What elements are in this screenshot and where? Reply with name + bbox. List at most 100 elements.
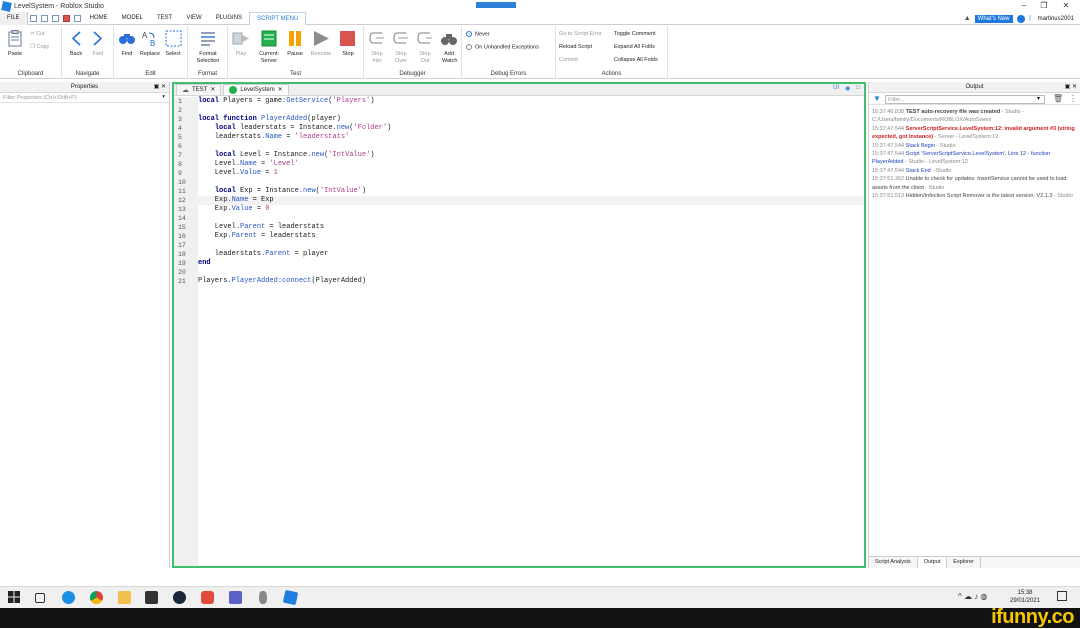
code-line[interactable]: 4 local leaderstats = Instance.new('Fold… [178,124,864,133]
tab-home[interactable]: HOME [83,12,115,25]
tab-explorer[interactable]: Explorer [947,557,981,568]
username-label[interactable]: martinus2001 [1038,16,1074,22]
close-output-icon[interactable]: ✕ [1072,84,1077,90]
output-line[interactable]: 15:37:51.513 Hidden/Infection Script Rem… [869,192,1080,200]
undo-icon[interactable] [73,14,81,22]
code-line[interactable]: 14 [178,214,864,223]
tab-plugins[interactable]: PLUGINS [209,12,249,25]
edge-browser-icon[interactable] [62,591,75,604]
close-properties-icon[interactable]: ✕ [161,84,166,90]
filter-dropdown-icon[interactable]: ▾ [1037,95,1040,102]
code-line[interactable]: 3 local function PlayerAdded(player) [178,115,864,124]
file-explorer-icon[interactable] [118,591,131,604]
tab-model[interactable]: MODEL [115,12,150,25]
back-button[interactable]: Back [66,30,86,58]
close-window-button[interactable]: ✕ [1052,0,1080,12]
close-tab-icon[interactable]: ✕ [210,85,215,96]
split-view-icon[interactable]: □ [856,85,860,92]
step-over-button[interactable]: Step Over [390,30,412,65]
find-button[interactable]: Find [116,30,138,58]
code-line[interactable]: 13 Exp.Value = 0 [178,205,864,214]
roblox-player-icon[interactable] [201,591,214,604]
stop-square-icon[interactable] [62,14,70,22]
code-line[interactable]: 18 leaderstats.Parent = player [178,250,864,259]
code-line[interactable]: 16 Exp.Parent = leaderstats [178,232,864,241]
tab-levelsystem[interactable]: LevelSystem ✕ [223,84,289,96]
mouse-app-icon[interactable] [259,591,267,604]
output-line[interactable]: 15:37:51.362 Unable to check for updates… [869,175,1080,192]
more-options-icon[interactable]: ⋮ [1069,94,1077,103]
output-line[interactable]: 15:37:47.544 Stack Begin - Studio [869,142,1080,150]
output-line[interactable]: 15:37:47.544 ServerScriptService.LevelSy… [869,125,1080,142]
ui-toggle-button[interactable]: UI [833,85,839,92]
collapse-all-folds-button[interactable]: Collapse All Folds [614,57,658,63]
code-line[interactable]: 12 Exp.Name = Exp [178,196,864,205]
reload-script-button[interactable]: Reload Script [559,44,592,50]
code-line[interactable]: 11 local Exp = Instance.new('IntValue') [178,187,864,196]
eye-icon[interactable]: ◉ [845,85,850,92]
output-line[interactable]: 15:37:47.544 Script 'ServerScriptService… [869,150,1080,167]
share-icon[interactable]: ⠇ [1029,15,1034,23]
code-line[interactable]: 2 [178,106,864,115]
pause-button[interactable]: Pause [284,30,306,58]
output-filter-input[interactable]: Filter... [885,95,1045,104]
dock-icon[interactable]: ▣ [154,84,160,90]
save-icon[interactable] [51,14,59,22]
step-into-button[interactable]: Step Into [366,30,388,65]
code-line[interactable]: 7 local Level = Instance.new('IntValue') [178,151,864,160]
collapse-ribbon-icon[interactable]: ▲ [964,15,971,22]
copy-button[interactable]: ❐ Copy [30,44,49,50]
code-area[interactable]: 1 local Players = game:GetService('Player… [178,97,864,566]
code-line[interactable]: 5 leaderstats.Name = 'leaderstats' [178,133,864,142]
windows-start-icon[interactable] [8,591,21,604]
steam-icon[interactable] [173,591,186,604]
format-selection-button[interactable]: Format Selection [190,30,226,65]
step-out-button[interactable]: Step Out [414,30,436,65]
code-line[interactable]: 10 [178,178,864,187]
code-line[interactable]: 17 [178,241,864,250]
system-tray-icons[interactable]: ^ ☁ ♪ ◍ [958,592,987,601]
tab-script-menu[interactable]: SCRIPT MENU [249,11,307,25]
output-line[interactable]: 15:37:47.544 Stack End - Studio [869,167,1080,175]
play-button[interactable]: Play [230,30,252,58]
open-file-icon[interactable] [40,14,48,22]
stop-button[interactable]: Stop [336,30,360,58]
tab-file[interactable]: FILE [0,11,28,25]
clear-output-icon[interactable]: 🗑 [1053,94,1063,103]
code-line[interactable]: 6 [178,142,864,151]
new-file-icon[interactable] [29,14,37,22]
add-watch-button[interactable]: Add Watch [438,30,460,65]
dropdown-arrow-icon[interactable]: ▾ [162,94,165,100]
code-line[interactable]: 21 Players.PlayerAdded:connect(PlayerAdde… [178,277,864,286]
teams-icon[interactable] [229,591,242,604]
code-line[interactable]: 8 Level.Name = 'Level' [178,160,864,169]
dock-icon[interactable]: ▣ [1065,84,1071,90]
close-tab-icon[interactable]: ✕ [278,85,283,96]
replace-button[interactable]: AB Replace [138,30,162,58]
expand-all-folds-button[interactable]: Expand All Folds [614,44,655,50]
notifications-icon[interactable] [1057,591,1067,601]
whats-new-button[interactable]: What's New [974,14,1013,23]
go-to-script-error-button[interactable]: Go to Script Error [559,31,602,37]
toggle-comment-button[interactable]: Toggle Comment [614,31,656,37]
cut-button[interactable]: ✂ Cut [30,31,45,37]
current-server-button[interactable]: Current: Server [254,30,284,65]
resume-button[interactable]: Resume [308,30,334,58]
chrome-icon[interactable] [90,591,103,604]
never-radio[interactable]: Never [466,31,490,37]
tab-view[interactable]: VIEW [179,12,208,25]
tab-script-analysis[interactable]: Script Analysis [869,557,918,568]
properties-filter-input[interactable]: Filter Properties (Ctrl+Shift+P) ▾ [0,93,169,103]
store-icon[interactable] [145,591,158,604]
select-button[interactable]: Select [162,30,184,58]
tab-test-place[interactable]: ☁ TEST ✕ [176,84,222,96]
forward-button[interactable]: Fwd [88,30,108,58]
code-line[interactable]: 20 [178,268,864,277]
output-line[interactable]: 15:37:46.838 TEST auto-recovery file was… [869,108,1080,125]
filter-funnel-icon[interactable]: ▼ [873,94,881,103]
code-line[interactable]: 9 Level.Value = 1 [178,169,864,178]
task-view-icon[interactable] [35,593,45,603]
commit-button[interactable]: Commit [559,57,578,63]
code-line[interactable]: 1 local Players = game:GetService('Player… [178,97,864,106]
code-line[interactable]: 19 end [178,259,864,268]
